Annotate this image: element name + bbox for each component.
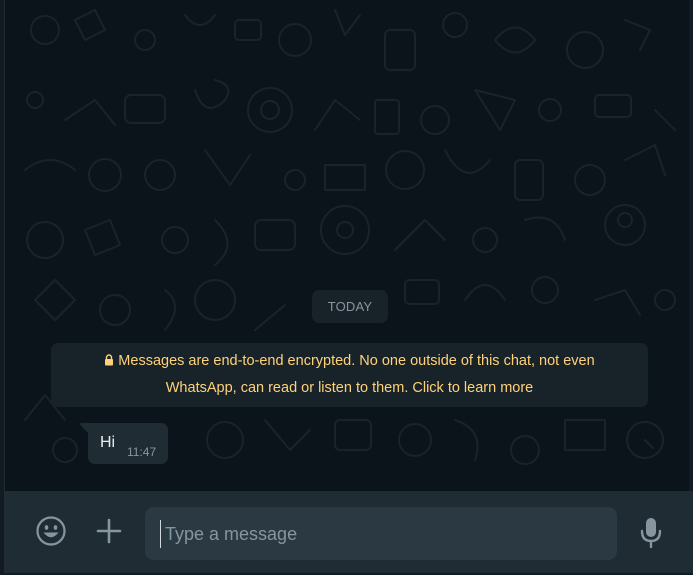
message-input-box[interactable] (145, 507, 617, 560)
message-input[interactable] (160, 520, 605, 548)
scrollbar-track[interactable] (689, 0, 693, 491)
plus-icon (96, 518, 122, 544)
voice-message-button[interactable] (634, 514, 668, 552)
date-separator-label: TODAY (327, 299, 373, 314)
conversation-panel[interactable]: TODAY Messages are end-to-end encrypted.… (5, 0, 693, 491)
message-text: Hi (100, 434, 116, 451)
chat-wallpaper-doodles (24, 9, 676, 465)
date-separator: TODAY (312, 290, 388, 323)
message-composer (5, 491, 693, 575)
encryption-notice-line2: WhatsApp, can read or listen to them. Cl… (165, 380, 534, 396)
bubble-tail (80, 423, 88, 433)
encryption-notice[interactable]: Messages are end-to-end encrypted. No on… (51, 343, 648, 407)
message-bubble-incoming[interactable]: Hi 11:47 (80, 423, 168, 464)
emoji-icon (36, 516, 66, 546)
whatsapp-chat-window: TODAY Messages are end-to-end encrypted.… (0, 0, 693, 575)
emoji-button[interactable] (34, 514, 68, 548)
microphone-icon (640, 518, 662, 549)
message-timestamp: 11:47 (127, 445, 157, 459)
encryption-notice-line1: Messages are end-to-end encrypted. No on… (118, 353, 595, 369)
attach-button[interactable] (92, 514, 126, 548)
lock-icon (105, 354, 114, 366)
encryption-notice-line1-row: Messages are end-to-end encrypted. No on… (51, 348, 648, 375)
